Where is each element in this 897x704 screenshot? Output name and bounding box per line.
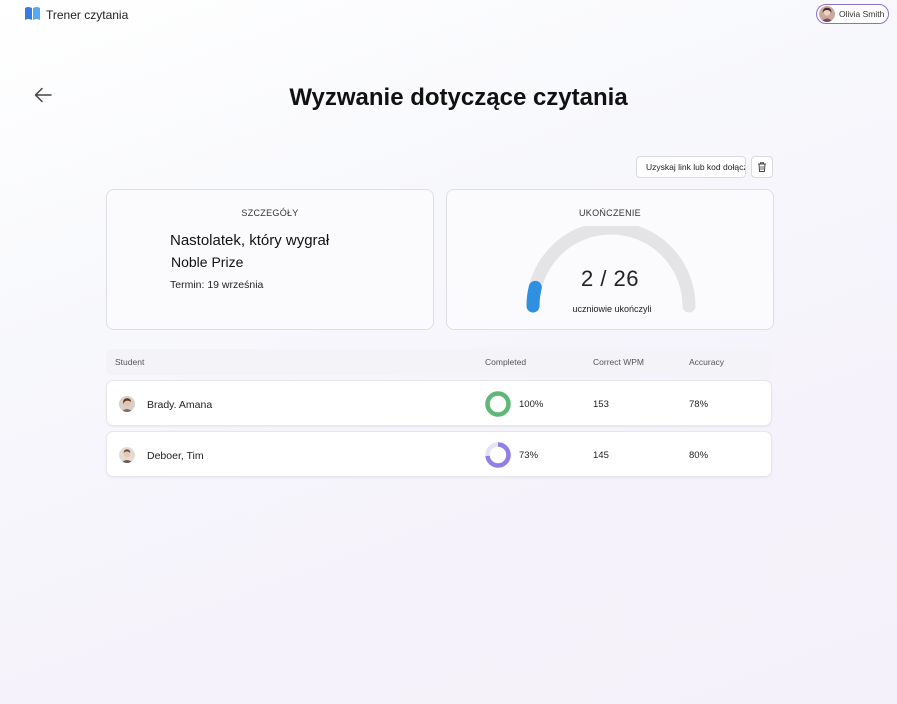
delete-button[interactable] <box>751 156 773 178</box>
column-header-completed[interactable]: Completed <box>485 357 526 367</box>
table-row[interactable]: Deboer, Tim 73% 145 80% <box>106 431 772 477</box>
page-title: Wyzwanie dotyczące czytania <box>289 84 628 111</box>
book-logo-icon <box>25 7 40 20</box>
due-date: Termin: 19 września <box>170 279 264 291</box>
app-title: Trener czytania <box>46 8 129 22</box>
user-name: Olivia Smith <box>839 9 885 19</box>
book-title-line1: Nastolatek, który wygrał <box>170 232 330 249</box>
wpm-value: 153 <box>593 399 609 410</box>
completion-value: 2 / 26 <box>580 266 640 291</box>
accuracy-value: 78% <box>689 399 709 410</box>
completed-value: 73% <box>519 450 539 461</box>
column-header-student[interactable]: Student <box>115 357 144 367</box>
get-join-link-button[interactable]: Uzyskaj link lub kod dołączania <box>636 156 746 178</box>
top-bar: Trener czytania Olivia Smith <box>0 0 897 30</box>
column-header-correct-wpm[interactable]: Correct WPM <box>593 357 644 367</box>
completed-value: 100% <box>519 399 544 410</box>
completion-card: UKOŃCZENIE 2 / 26 uczniowie ukończyli <box>446 189 774 330</box>
table-row[interactable]: Brady. Amana 100% 153 78% <box>106 380 772 426</box>
user-account-button[interactable]: Olivia Smith <box>816 4 889 24</box>
details-card: SZCZEGÓŁY Nastolatek, który wygrał Noble… <box>106 189 434 330</box>
wpm-value: 145 <box>593 450 609 461</box>
student-avatar <box>119 447 135 463</box>
completion-heading: UKOŃCZENIE <box>578 208 641 218</box>
book-title-line2: Noble Prize <box>171 254 244 270</box>
column-header-accuracy[interactable]: Accuracy <box>689 357 724 367</box>
accuracy-value: 80% <box>689 450 709 461</box>
student-name[interactable]: Brady. Amana <box>147 399 212 411</box>
user-avatar <box>819 6 835 22</box>
trash-icon <box>758 162 766 172</box>
completion-donut <box>485 442 511 468</box>
student-name[interactable]: Deboer, Tim <box>147 450 204 462</box>
student-avatar <box>119 396 135 412</box>
donut-arc <box>485 391 511 417</box>
table-header: Student Completed Correct WPM Accuracy <box>106 349 772 375</box>
details-heading: SZCZEGÓŁY <box>241 208 299 218</box>
completion-caption: uczniowie ukończyli <box>572 304 652 314</box>
completion-donut <box>485 391 511 417</box>
